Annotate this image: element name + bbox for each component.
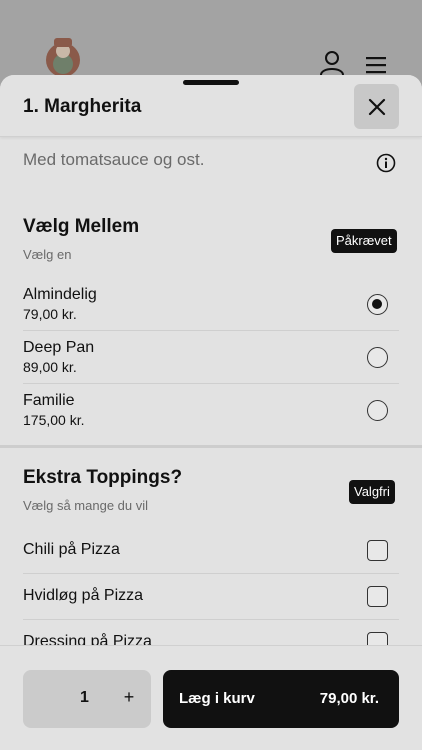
sheet-footer: 1 + Læg i kurv 79,00 kr. [0, 645, 422, 750]
radio-button[interactable] [367, 400, 388, 421]
sheet-grabber[interactable] [183, 80, 239, 85]
product-description: Med tomatsauce og ost. [23, 150, 205, 169]
size-option-almindelig[interactable]: Almindelig 79,00 kr. [23, 278, 399, 331]
quantity-value: 1 [80, 689, 89, 706]
topping-name: Chili på Pizza [23, 541, 120, 558]
add-to-cart-label: Læg i kurv [179, 690, 255, 707]
section-divider [0, 445, 422, 448]
topping-item-chili[interactable]: Chili på Pizza [23, 528, 399, 574]
option-price: 89,00 kr. [23, 359, 77, 375]
optional-badge: Valgfri [349, 480, 395, 504]
pizza-chef-logo [46, 38, 80, 77]
size-section-subtitle: Vælg en [23, 247, 72, 262]
toppings-section-subtitle: Vælg så mange du vil [23, 498, 149, 513]
option-name: Almindelig [23, 286, 97, 303]
toppings-section-title: Ekstra Toppings? [23, 467, 183, 488]
radio-button[interactable] [367, 294, 388, 315]
topping-item-hvidlog[interactable]: Hvidløg på Pizza [23, 574, 399, 620]
close-icon [368, 98, 385, 115]
close-button[interactable] [354, 84, 399, 129]
increase-quantity-button[interactable]: + [122, 687, 136, 708]
add-to-cart-button[interactable]: Læg i kurv 79,00 kr. [163, 670, 399, 728]
user-icon[interactable] [319, 50, 345, 76]
option-price: 175,00 kr. [23, 412, 85, 428]
menu-icon[interactable] [364, 55, 388, 75]
add-to-cart-price: 79,00 kr. [319, 690, 379, 707]
product-sheet: 1. Margherita Med tomatsauce og ost. Væl… [0, 75, 422, 750]
topping-name: Hvidløg på Pizza [23, 587, 144, 604]
radio-button[interactable] [367, 347, 388, 368]
size-option-familie[interactable]: Familie 175,00 kr. [23, 384, 399, 437]
option-name: Deep Pan [23, 339, 95, 356]
option-name: Familie [23, 392, 75, 409]
product-title: 1. Margherita [23, 96, 142, 117]
quantity-stepper[interactable]: 1 + [23, 670, 151, 728]
checkbox[interactable] [367, 540, 388, 561]
required-badge: Påkrævet [331, 229, 397, 253]
info-icon[interactable] [376, 153, 396, 173]
checkbox[interactable] [367, 586, 388, 607]
option-price: 79,00 kr. [23, 306, 77, 322]
size-section-title: Vælg Mellem [23, 216, 140, 237]
size-option-deep-pan[interactable]: Deep Pan 89,00 kr. [23, 331, 399, 384]
